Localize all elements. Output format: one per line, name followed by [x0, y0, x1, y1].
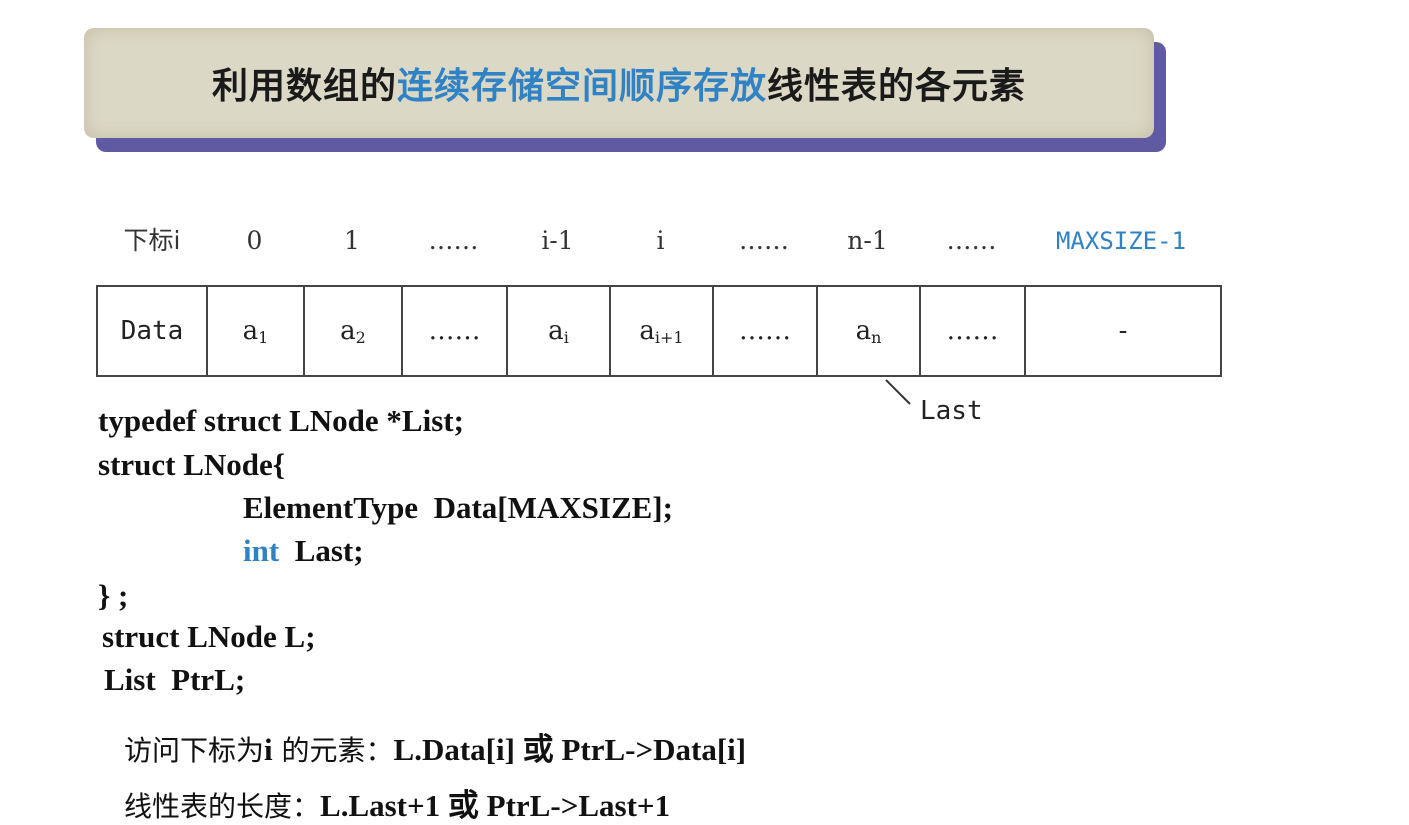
last-pointer-arrow-icon	[885, 379, 911, 405]
array-cell: ……	[921, 287, 1026, 375]
index-ellipsis-1: ……	[428, 226, 479, 255]
index-i: i	[656, 226, 665, 255]
note-list-length: 线性表的长度：L.Last+1 或 PtrL->Last+1	[124, 788, 671, 823]
code-last-field-name: Last;	[279, 533, 364, 568]
title-part2: 线性表的各元素	[767, 66, 1027, 107]
title-part1: 利用数组的	[211, 66, 397, 107]
index-i-minus-1: i-1	[541, 226, 574, 255]
code-line-struct-open: struct LNode{	[98, 447, 285, 482]
title-banner: 利用数组的 连续存储空间顺序存放 线性表的各元素	[84, 28, 1154, 138]
last-pointer-label: Last	[920, 396, 983, 426]
code-line-ptr-var: List PtrL;	[104, 662, 246, 697]
index-label: 下标i	[123, 226, 181, 255]
code-line-struct-close: } ;	[98, 578, 129, 613]
code-line-typedef: typedef struct LNode *List;	[98, 403, 464, 438]
index-n-minus-1: n-1	[847, 226, 888, 255]
note-access-element: 访问下标为i 的元素：L.Data[i] 或 PtrL->Data[i]	[124, 732, 747, 767]
array-cell: -	[1118, 316, 1128, 346]
array-cell: ai	[508, 287, 611, 375]
array-label-cell: Data	[98, 287, 208, 375]
array-cell: an	[818, 287, 921, 375]
title-highlight: 连续存储空间顺序存放	[396, 66, 767, 107]
index-ellipsis-2: ……	[739, 226, 789, 255]
code-line-struct-var: struct LNode L;	[102, 619, 316, 654]
array-cell: ……	[403, 287, 508, 375]
index-maxsize-minus-1: MAXSIZE-1	[1055, 227, 1187, 255]
code-line-last-field: int Last;	[243, 534, 364, 568]
data-array: Data a1 a2 …… ai a i+1 …… an …… -	[96, 285, 1222, 377]
code-line-data-field: ElementType Data[MAXSIZE];	[243, 490, 673, 525]
array-cell: ……	[714, 287, 818, 375]
array-cell: a i+1	[611, 287, 714, 375]
index-1: 1	[344, 226, 360, 255]
index-ellipsis-3: ……	[946, 226, 997, 255]
code-keyword-int: int	[243, 533, 280, 568]
index-0: 0	[246, 226, 263, 255]
array-cell: a2	[305, 287, 403, 375]
array-cell: a1	[208, 287, 305, 375]
